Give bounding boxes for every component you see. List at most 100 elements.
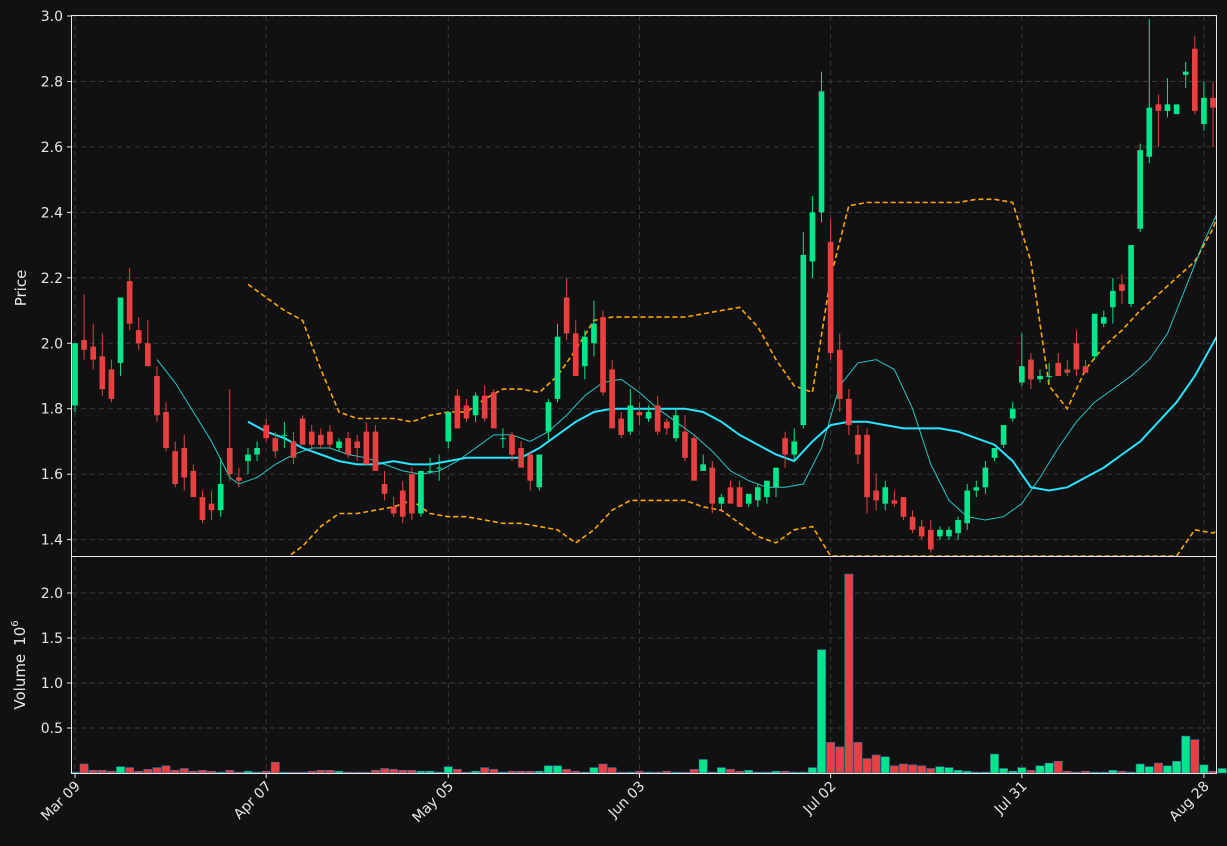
candle-body [909, 516, 916, 530]
candle-body [1191, 48, 1198, 111]
candle-body [236, 477, 242, 481]
candle-body [1100, 317, 1107, 324]
volume-bar [152, 767, 162, 774]
volume-bar [644, 771, 653, 774]
volume-bar [489, 769, 499, 774]
volume-bar [97, 769, 107, 774]
candle-body [500, 438, 506, 440]
candle-body [1173, 104, 1180, 115]
volume-bar [79, 763, 89, 774]
lower-band-line [287, 499, 1216, 556]
date-tick-label: Mar 09 [38, 779, 84, 825]
candle-body [864, 434, 870, 498]
candle-body [372, 431, 379, 471]
volume-bar [544, 765, 553, 774]
candle-body [673, 415, 679, 439]
candle-body [299, 418, 306, 445]
volume-axis-label-text: Volume [11, 654, 29, 710]
volume-bar [553, 765, 562, 774]
volume-bar [1199, 764, 1209, 774]
candle-body [709, 467, 716, 504]
volume-bar [762, 771, 772, 774]
volume-axis-label-exponent: 6 [10, 620, 21, 626]
volume-bar [352, 771, 362, 774]
candle-body [327, 431, 333, 445]
candle-body [809, 212, 816, 262]
volume-bar [1053, 760, 1063, 774]
candle-body [336, 441, 342, 448]
candle-body [1055, 362, 1062, 376]
candle-body [582, 336, 588, 367]
candle-body [964, 490, 971, 524]
candle-body [363, 431, 370, 465]
volume-bar [1181, 735, 1191, 774]
candle-body [354, 441, 361, 448]
volume-bar [871, 754, 881, 774]
price-tick-label: 2.6 [41, 140, 63, 156]
candle-body [873, 490, 879, 501]
volume-bar [589, 767, 599, 774]
volume-bar [753, 771, 763, 774]
candle-body [509, 434, 515, 455]
candle-body [946, 529, 952, 537]
volume-bar [462, 771, 471, 774]
candle-body [399, 490, 406, 517]
volume-bar [1017, 767, 1027, 774]
volume-bar [780, 770, 790, 774]
volume-bar [525, 770, 535, 774]
volume-bar [107, 770, 116, 774]
volume-panel-grid [72, 557, 1216, 773]
volume-bar [716, 767, 726, 774]
volume-bar [1117, 770, 1127, 774]
candle-body [1000, 425, 1007, 445]
volume-bar [962, 770, 972, 774]
volume-bar [1163, 765, 1172, 774]
volume-bar [516, 770, 526, 774]
candle-body [518, 448, 524, 468]
candle-body [490, 392, 497, 429]
candle-body [172, 451, 178, 484]
candle-body [736, 487, 743, 507]
volume-bar [207, 770, 216, 774]
volume-bar [798, 771, 808, 774]
volume-bar [598, 763, 608, 774]
candle-body [472, 395, 479, 416]
volume-bar [261, 770, 271, 774]
volume-bar [507, 770, 517, 774]
volume-bar [735, 770, 744, 774]
candle-body [618, 418, 625, 435]
volume-bar [671, 771, 681, 774]
volume-bar [689, 769, 699, 774]
volume-bar [270, 761, 280, 774]
price-panel-frame [71, 15, 1217, 557]
candle-body [572, 333, 579, 376]
candle-body [591, 323, 597, 344]
volume-bar [1144, 766, 1154, 774]
volume-bar [125, 767, 135, 774]
volume-bar [789, 771, 799, 774]
volume-bar [1090, 771, 1100, 774]
candle-body [982, 467, 989, 488]
volume-bar [116, 766, 125, 774]
date-tick-label: Jul 02 [800, 779, 840, 819]
volume-bar [580, 771, 590, 774]
volume-bar [635, 770, 644, 774]
candle-body [782, 438, 788, 455]
volume-panel-frame [71, 556, 1217, 774]
volume-bar [880, 756, 890, 774]
volume-bar [1217, 768, 1227, 774]
candle-body [418, 470, 424, 514]
candle-body [1201, 97, 1207, 124]
candle-body [1164, 104, 1171, 111]
candle-body [317, 434, 324, 445]
candle-body [691, 438, 697, 481]
volume-bar [361, 771, 371, 774]
volume-bar [990, 753, 999, 774]
candle-body [1155, 104, 1162, 111]
volume-bar [817, 649, 826, 774]
volume-bar [1072, 771, 1081, 774]
volume-bar [434, 771, 444, 774]
candle-body [108, 369, 115, 399]
price-tick-label: 1.6 [41, 467, 63, 483]
volume-bar [225, 769, 235, 774]
